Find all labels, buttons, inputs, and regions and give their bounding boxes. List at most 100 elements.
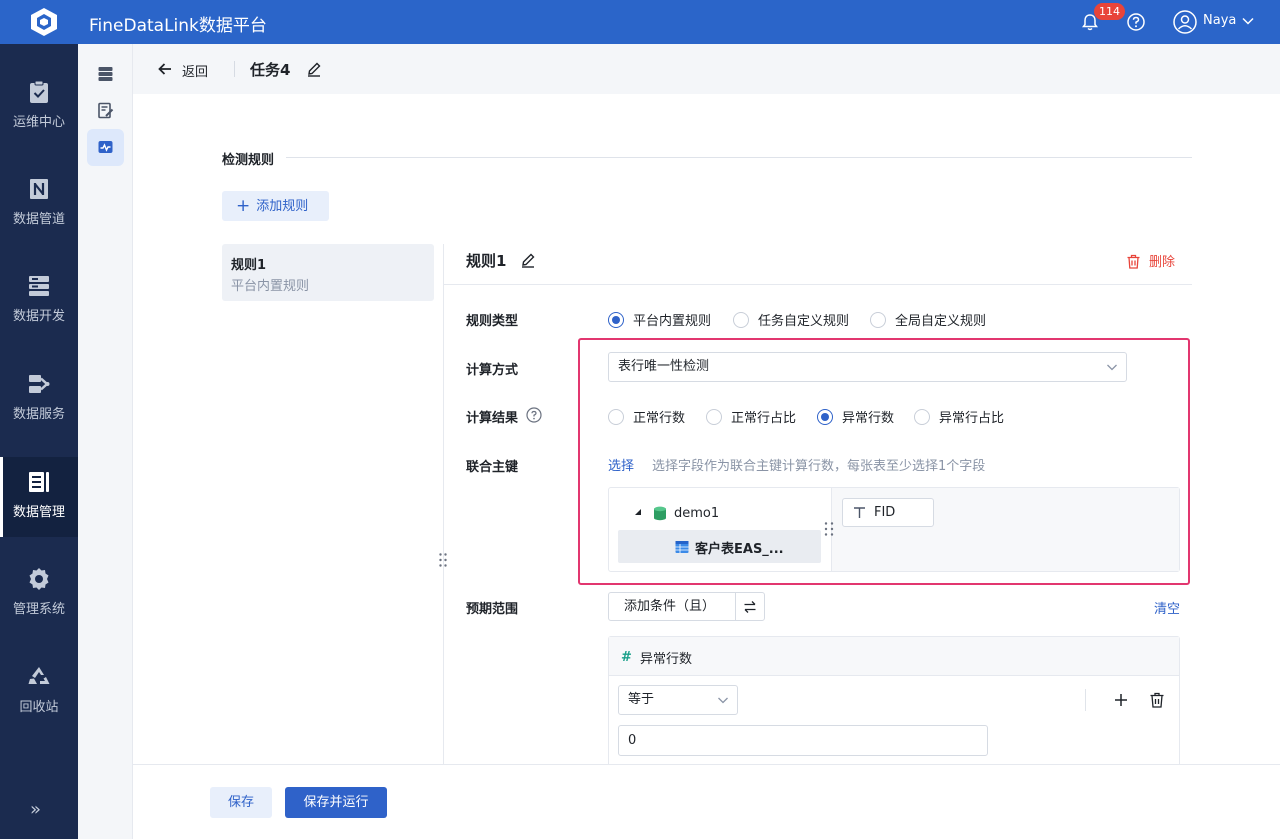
table-icon [675, 541, 689, 553]
radio-dot [817, 409, 833, 425]
trash-icon [1127, 254, 1140, 269]
rule-title: 规则1 [466, 252, 507, 270]
drag-handle-icon[interactable] [823, 521, 835, 537]
condition-field-name: 异常行数 [640, 652, 693, 667]
condition-divider [1085, 689, 1086, 711]
operator-select[interactable]: 等于 [618, 685, 738, 715]
condition-value-input[interactable] [618, 725, 988, 756]
radio-rule-type-builtin[interactable]: 平台内置规则 [608, 310, 711, 329]
calc-method-value: 表行唯一性检测 [618, 359, 710, 374]
left-nav: 运维中心 数据管道 数据开发 数据服务 数据管理 管理系统 回收站 » [0, 44, 78, 839]
nav-label: 数据管理 [12, 505, 65, 520]
delete-rule-button[interactable]: 删除 [1126, 251, 1175, 270]
choose-fields-hint: 选择字段作为联合主键计算行数，每张表至少选择1个字段 [652, 459, 986, 474]
text-field-icon [854, 507, 865, 518]
radio-dot [608, 312, 624, 328]
radio-label: 全局自定义规则 [895, 314, 987, 329]
delete-label: 删除 [1149, 255, 1176, 270]
radio-label: 平台内置规则 [633, 314, 712, 329]
recycle-icon [28, 667, 50, 684]
radio-dot [706, 409, 722, 425]
radio-dot [733, 312, 749, 328]
table-name: 客户表EAS_... [695, 542, 784, 557]
trash-icon[interactable] [1149, 692, 1165, 708]
operator-value: 等于 [628, 692, 655, 707]
add-condition-button[interactable]: 添加条件（且） [608, 592, 736, 621]
panel-divider [443, 244, 444, 764]
nav-item-data-management[interactable]: 数据管理 [0, 457, 78, 537]
header-divider [234, 61, 235, 77]
radio-dot [608, 409, 624, 425]
save-button[interactable]: 保存 [210, 787, 272, 818]
add-rule-button[interactable]: + 添加规则 [222, 191, 329, 221]
nav-item-data-service[interactable]: 数据服务 [0, 359, 78, 439]
plus-icon[interactable] [1113, 692, 1129, 708]
edit-pencil-icon[interactable] [520, 252, 536, 268]
database-icon [654, 506, 666, 521]
app-title: FineDataLink数据平台 [89, 16, 267, 36]
nav-label: 数据管道 [12, 212, 65, 227]
gear-icon [29, 568, 49, 590]
sub-nav-data-source[interactable] [87, 55, 124, 92]
resize-handle-icon[interactable] [438, 552, 448, 568]
edit-pencil-icon[interactable] [306, 61, 322, 77]
app-logo-icon [31, 8, 57, 36]
document-edit-icon [98, 102, 114, 119]
rule-type-label: 规则类型 [466, 314, 519, 329]
clear-conditions-link[interactable]: 清空 [1154, 598, 1180, 617]
nav-item-ops-center[interactable]: 运维中心 [0, 67, 78, 147]
plus-icon: + [236, 196, 251, 216]
rule-header-divider [444, 284, 1192, 285]
top-bar: FineDataLink数据平台 114 Naya [0, 0, 1280, 44]
nav-expand-button[interactable]: » [30, 799, 41, 820]
radio-rule-type-task-custom[interactable]: 任务自定义规则 [733, 310, 849, 329]
condition-panel: # 异常行数 等于 [608, 636, 1180, 764]
condition-header: # 异常行数 [609, 637, 1179, 676]
user-avatar-icon[interactable] [1173, 10, 1197, 34]
secondary-sidebar [78, 44, 133, 839]
chevron-down-icon [718, 697, 728, 704]
rule-list-item[interactable]: 规则1 平台内置规则 [222, 244, 434, 301]
chevron-down-icon [1107, 364, 1117, 371]
arrow-left-icon[interactable] [157, 61, 173, 77]
caret-expanded-icon[interactable] [634, 508, 642, 516]
expected-range-label: 预期范围 [466, 602, 519, 617]
radio-dot [914, 409, 930, 425]
table-tree-item[interactable]: 客户表EAS_... [618, 530, 821, 563]
nav-item-data-dev[interactable]: 数据开发 [0, 261, 78, 341]
selected-fields-area: FID [831, 488, 1179, 571]
radio-rule-type-global-custom[interactable]: 全局自定义规则 [870, 310, 986, 329]
radio-calc-normal-rows[interactable]: 正常行数 [608, 407, 685, 426]
nav-label: 管理系统 [12, 602, 65, 617]
radio-calc-abnormal-ratio[interactable]: 异常行占比 [914, 407, 1004, 426]
chevron-down-icon[interactable] [1241, 14, 1255, 28]
radio-label: 任务自定义规则 [758, 314, 850, 329]
nav-item-management-system[interactable]: 管理系统 [0, 554, 78, 634]
sub-nav-data-standard[interactable] [87, 92, 124, 129]
radio-label: 异常行数 [842, 411, 895, 426]
database-name[interactable]: demo1 [674, 506, 719, 521]
database-stack-icon [98, 67, 113, 81]
help-icon[interactable] [1126, 12, 1146, 32]
footer-bar: 保存 保存并运行 [133, 764, 1280, 839]
radio-calc-abnormal-rows[interactable]: 异常行数 [817, 407, 894, 426]
calc-method-select[interactable]: 表行唯一性检测 [608, 352, 1127, 382]
save-and-run-button[interactable]: 保存并运行 [285, 787, 387, 818]
switch-logic-button[interactable] [735, 592, 765, 621]
back-button[interactable]: 返回 [182, 61, 208, 80]
user-name[interactable]: Naya [1203, 13, 1236, 28]
nav-item-recycle-bin[interactable]: 回收站 [0, 652, 78, 732]
notification-badge: 114 [1094, 3, 1125, 20]
sub-nav-data-quality[interactable] [87, 129, 124, 166]
choose-fields-link[interactable]: 选择 [608, 455, 634, 474]
field-chip[interactable]: FID [842, 498, 934, 527]
task-name: 任务4 [250, 61, 291, 79]
union-key-field-box: demo1 客户表EAS_... FID [608, 487, 1180, 572]
server-stack-icon [29, 276, 49, 296]
radio-calc-normal-ratio[interactable]: 正常行占比 [706, 407, 796, 426]
service-icon [29, 375, 50, 393]
help-icon[interactable] [526, 407, 542, 423]
calc-method-label: 计算方式 [466, 363, 519, 378]
pipeline-icon [30, 179, 48, 199]
nav-item-data-pipeline[interactable]: 数据管道 [0, 164, 78, 244]
